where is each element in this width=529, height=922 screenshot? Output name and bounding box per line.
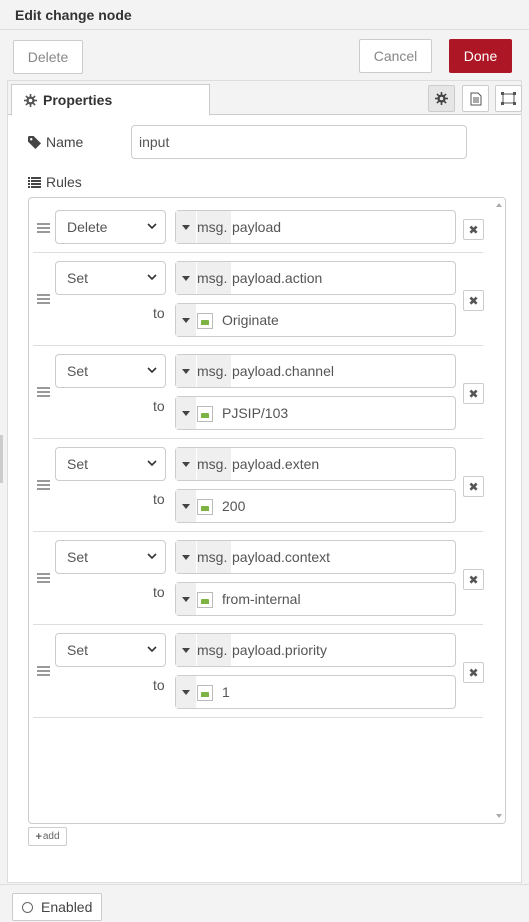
type-dropdown-icon[interactable] — [176, 355, 196, 387]
rule-action-select[interactable]: Delete — [55, 210, 166, 244]
gear-icon — [435, 92, 448, 105]
rule-value-input[interactable]: 200 — [175, 489, 456, 523]
edit-panel: Properties Name input Rules Delete msg. … — [7, 80, 522, 883]
rule-row: Set msg. payload.exten to 200 ✖ — [33, 439, 484, 532]
rule-value-input[interactable]: from-internal — [175, 582, 456, 616]
scroll-down-icon[interactable] — [496, 814, 502, 818]
chevron-down-icon — [147, 460, 157, 467]
plus-icon: + — [35, 830, 42, 843]
tab-properties-label: Properties — [43, 92, 113, 108]
rules-label: Rules — [46, 174, 82, 190]
tray-header: Edit change node — [0, 0, 529, 30]
tab-bar: Properties — [8, 81, 522, 116]
chevron-down-icon — [147, 367, 157, 374]
rule-row: Set msg. payload.channel to PJSIP/103 ✖ — [33, 346, 484, 439]
type-dropdown-icon[interactable] — [176, 634, 196, 666]
rules-list: Delete msg. payload ✖ Set msg. payload.a… — [28, 197, 506, 824]
type-dropdown-icon[interactable] — [176, 541, 196, 573]
rule-row: Set msg. payload.context to from-interna… — [33, 532, 484, 625]
add-rule-button[interactable]: + add — [28, 827, 67, 846]
to-label: to — [153, 491, 165, 507]
rule-property-input[interactable]: msg. payload.action — [175, 261, 456, 295]
list-icon — [28, 176, 41, 188]
to-label: to — [153, 305, 165, 321]
tray-footer: Enabled — [0, 884, 529, 922]
circle-icon — [22, 901, 33, 913]
chevron-down-icon — [147, 274, 157, 281]
tab-appearance-button[interactable] — [495, 85, 522, 112]
broken-image-icon — [197, 685, 213, 701]
document-icon — [470, 92, 481, 105]
rule-property-input[interactable]: msg. payload — [175, 210, 456, 244]
rule-row: Set msg. payload.priority to 1 ✖ — [33, 625, 484, 718]
remove-rule-button[interactable]: ✖ — [463, 476, 484, 497]
rule-value-input[interactable]: 1 — [175, 675, 456, 709]
remove-rule-button[interactable]: ✖ — [463, 383, 484, 404]
rule-property-input[interactable]: msg. payload.context — [175, 540, 456, 574]
chevron-down-icon — [147, 646, 157, 653]
rule-property-input[interactable]: msg. payload.exten — [175, 447, 456, 481]
tag-icon — [28, 135, 41, 149]
rule-action-select[interactable]: Set — [55, 261, 166, 295]
rule-value-input[interactable]: PJSIP/103 — [175, 396, 456, 430]
done-button[interactable]: Done — [449, 39, 512, 73]
type-dropdown-icon[interactable] — [176, 211, 196, 243]
to-label: to — [153, 398, 165, 414]
rule-property-input[interactable]: msg. payload.channel — [175, 354, 456, 388]
rule-row: Delete msg. payload ✖ — [33, 198, 484, 253]
to-label: to — [153, 677, 165, 693]
name-label: Name — [46, 134, 84, 150]
rule-action-select[interactable]: Set — [55, 540, 166, 574]
broken-image-icon — [197, 313, 213, 329]
name-label-row: Name — [28, 134, 83, 150]
scroll-up-icon[interactable] — [496, 203, 502, 207]
delete-button[interactable]: Delete — [13, 40, 83, 74]
tray-title: Edit change node — [15, 7, 132, 23]
broken-image-icon — [197, 499, 213, 515]
broken-image-icon — [197, 592, 213, 608]
type-dropdown-icon[interactable] — [176, 583, 196, 615]
chevron-down-icon — [147, 223, 157, 230]
rules-scrollbar[interactable] — [493, 198, 505, 823]
broken-image-icon — [197, 406, 213, 422]
tab-properties[interactable]: Properties — [11, 84, 210, 116]
type-dropdown-icon[interactable] — [176, 676, 196, 708]
type-dropdown-icon[interactable] — [176, 448, 196, 480]
node-appearance-icon — [501, 92, 516, 105]
rule-row: Set msg. payload.action to Originate ✖ — [33, 253, 484, 346]
tab-settings-button[interactable] — [428, 85, 455, 112]
type-dropdown-icon[interactable] — [176, 304, 196, 336]
remove-rule-button[interactable]: ✖ — [463, 290, 484, 311]
rule-property-input[interactable]: msg. payload.priority — [175, 633, 456, 667]
cancel-button[interactable]: Cancel — [359, 39, 432, 73]
gear-icon — [24, 93, 37, 107]
drag-handle-icon[interactable] — [37, 387, 50, 397]
rules-label-row: Rules — [28, 174, 82, 190]
rule-value-input[interactable]: Originate — [175, 303, 456, 337]
drag-handle-icon[interactable] — [37, 666, 50, 676]
resize-grip[interactable] — [0, 435, 3, 483]
drag-handle-icon[interactable] — [37, 573, 50, 583]
enabled-toggle[interactable]: Enabled — [12, 893, 102, 921]
type-dropdown-icon[interactable] — [176, 262, 196, 294]
remove-rule-button[interactable]: ✖ — [463, 569, 484, 590]
remove-rule-button[interactable]: ✖ — [463, 662, 484, 683]
name-input[interactable] — [131, 125, 467, 159]
tray-toolbar: Delete Cancel Done — [0, 31, 529, 79]
tab-description-button[interactable] — [462, 85, 489, 112]
rule-action-select[interactable]: Set — [55, 354, 166, 388]
remove-rule-button[interactable]: ✖ — [463, 219, 484, 240]
to-label: to — [153, 584, 165, 600]
type-dropdown-icon[interactable] — [176, 490, 196, 522]
drag-handle-icon[interactable] — [37, 294, 50, 304]
type-dropdown-icon[interactable] — [176, 397, 196, 429]
rule-action-select[interactable]: Set — [55, 447, 166, 481]
rule-action-select[interactable]: Set — [55, 633, 166, 667]
drag-handle-icon[interactable] — [37, 480, 50, 490]
drag-handle-icon[interactable] — [37, 223, 50, 233]
chevron-down-icon — [147, 553, 157, 560]
